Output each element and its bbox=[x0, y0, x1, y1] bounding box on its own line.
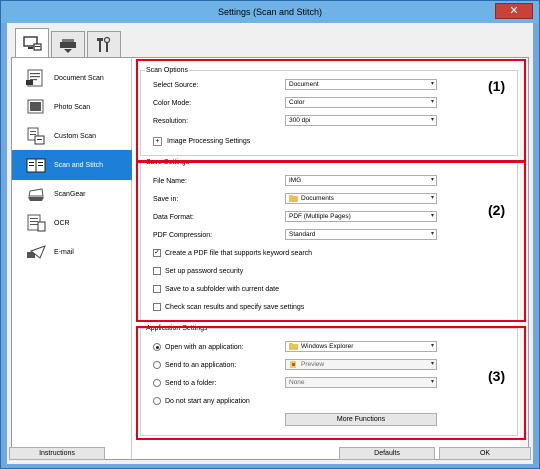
document-scan-icon bbox=[26, 69, 43, 87]
scan-and-stitch-icon bbox=[26, 158, 46, 173]
ocr-icon bbox=[27, 214, 46, 232]
sidebar-item-label: Custom Scan bbox=[54, 132, 97, 140]
settings-panel: Document Scan Photo Scan Custom Scan Sca… bbox=[11, 57, 529, 460]
close-button[interactable]: ✕ bbox=[495, 3, 533, 19]
photo-scan-icon bbox=[27, 99, 44, 114]
client-area: Document Scan Photo Scan Custom Scan Sca… bbox=[7, 23, 533, 464]
sidebar-item-document-scan[interactable]: Document Scan bbox=[12, 63, 132, 93]
sidebar-item-photo-scan[interactable]: Photo Scan bbox=[12, 92, 132, 122]
callout-label-1: (1) bbox=[488, 78, 506, 94]
window-title: Settings (Scan and Stitch) bbox=[217, 7, 323, 17]
sidebar-item-custom-scan[interactable]: Custom Scan bbox=[12, 121, 132, 151]
callout-box-1 bbox=[136, 59, 526, 162]
sidebar-item-scan-and-stitch[interactable]: Scan and Stitch bbox=[12, 150, 132, 180]
sidebar-item-label: Photo Scan bbox=[54, 103, 91, 111]
callout-label-2: (2) bbox=[488, 202, 506, 218]
sidebar-item-label: Scan and Stitch bbox=[54, 161, 104, 169]
sidebar-item-label: ScanGear bbox=[54, 190, 86, 198]
sidebar-item-scangear[interactable]: ScanGear bbox=[12, 179, 132, 209]
tab-bar bbox=[7, 23, 533, 58]
sidebar-item-ocr[interactable]: OCR bbox=[12, 208, 132, 238]
custom-scan-icon bbox=[27, 127, 45, 145]
scangear-icon bbox=[28, 188, 44, 201]
title-bar: Settings (Scan and Stitch) ✕ bbox=[1, 1, 539, 23]
callout-label-3: (3) bbox=[488, 368, 506, 384]
tab-scan-from-computer[interactable] bbox=[15, 28, 49, 58]
sidebar-item-label: OCR bbox=[54, 219, 70, 227]
sidebar-item-email[interactable]: E-mail bbox=[12, 237, 132, 267]
callout-box-2 bbox=[136, 161, 526, 322]
tab-scan-from-operation-panel[interactable] bbox=[51, 31, 85, 57]
ok-button[interactable]: OK bbox=[439, 447, 531, 460]
instructions-button[interactable]: Instructions bbox=[9, 447, 105, 460]
scan-type-sidebar: Document Scan Photo Scan Custom Scan Sca… bbox=[12, 58, 132, 459]
sidebar-item-label: Document Scan bbox=[54, 74, 104, 82]
scanner-icon bbox=[60, 38, 76, 53]
computer-scan-icon bbox=[23, 35, 42, 51]
sidebar-item-label: E-mail bbox=[54, 248, 74, 256]
tools-icon bbox=[97, 36, 111, 52]
callout-box-3 bbox=[136, 326, 526, 440]
email-icon bbox=[27, 245, 46, 259]
settings-window: Settings (Scan and Stitch) ✕ Document Sc… bbox=[0, 0, 540, 469]
tab-general-settings[interactable] bbox=[87, 31, 121, 57]
defaults-button[interactable]: Defaults bbox=[339, 447, 435, 460]
